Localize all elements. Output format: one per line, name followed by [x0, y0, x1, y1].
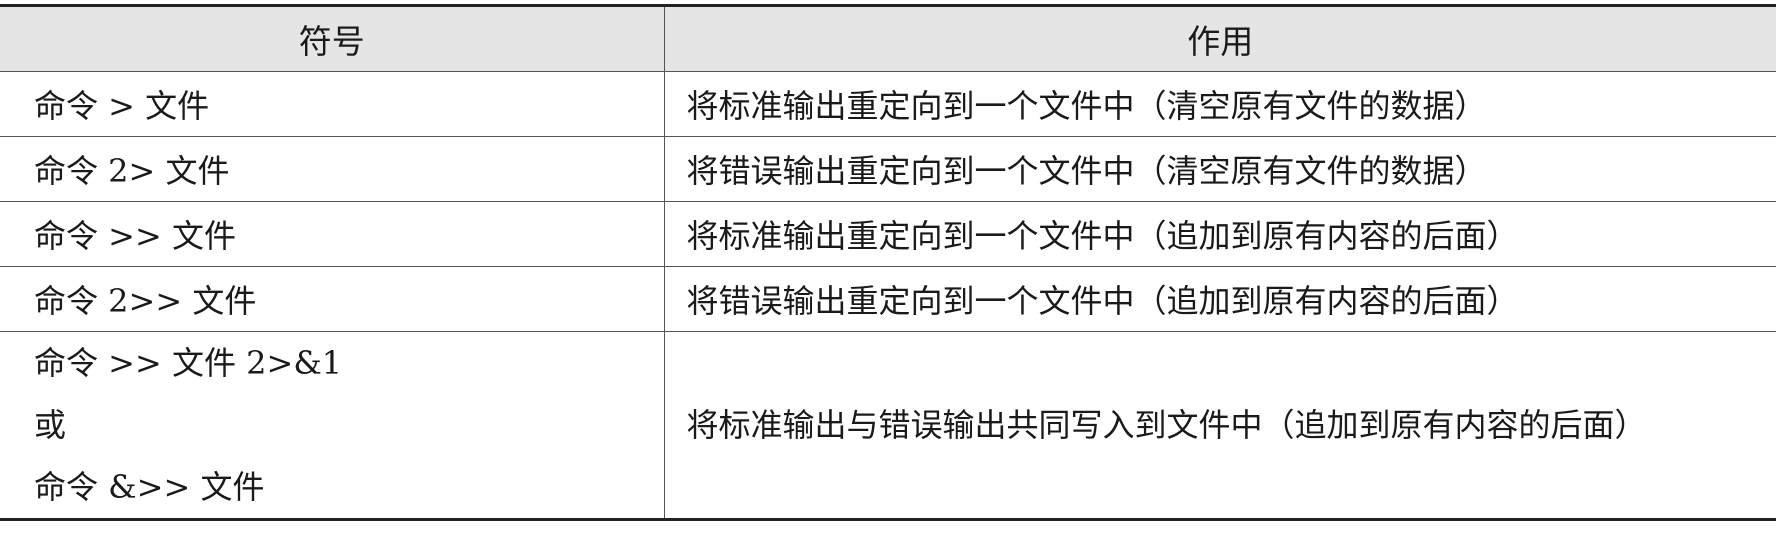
- symbol-line: 命令 >> 文件 2>&1: [34, 344, 343, 382]
- symbol-line: 命令 &>> 文件: [34, 468, 265, 506]
- effect-cell: 将错误输出重定向到一个文件中（追加到原有内容的后面）: [663, 266, 1776, 332]
- effect-cell: 将错误输出重定向到一个文件中（清空原有文件的数据）: [663, 136, 1776, 202]
- table-row: 命令 2>> 文件 将错误输出重定向到一个文件中（追加到原有内容的后面）: [0, 266, 1776, 332]
- symbol-line: 或: [34, 406, 67, 444]
- table-row: 命令 >> 文件 2>&1 或 命令 &>> 文件 将标准输出与错误输出共同写入…: [0, 331, 1776, 521]
- symbol-cell: 命令 >> 文件 2>&1 或 命令 &>> 文件: [0, 331, 664, 521]
- redirection-table: 符号 作用 命令 > 文件 将标准输出重定向到一个文件中（清空原有文件的数据） …: [0, 4, 1776, 521]
- table-row: 命令 >> 文件 将标准输出重定向到一个文件中（追加到原有内容的后面）: [0, 201, 1776, 267]
- effect-cell: 将标准输出重定向到一个文件中（清空原有文件的数据）: [663, 71, 1776, 137]
- symbol-cell: 命令 >> 文件: [0, 201, 664, 267]
- effect-cell: 将标准输出与错误输出共同写入到文件中（追加到原有内容的后面）: [663, 331, 1776, 521]
- effect-cell: 将标准输出重定向到一个文件中（追加到原有内容的后面）: [663, 201, 1776, 267]
- header-row: 符号 作用: [0, 4, 1776, 72]
- table-row: 命令 2> 文件 将错误输出重定向到一个文件中（清空原有文件的数据）: [0, 136, 1776, 202]
- symbol-cell: 命令 2> 文件: [0, 136, 664, 202]
- symbol-cell: 命令 > 文件: [0, 71, 664, 137]
- table-row: 命令 > 文件 将标准输出重定向到一个文件中（清空原有文件的数据）: [0, 71, 1776, 137]
- header-symbol: 符号: [0, 4, 664, 72]
- symbol-cell: 命令 2>> 文件: [0, 266, 664, 332]
- header-effect: 作用: [663, 4, 1776, 72]
- table: 符号 作用 命令 > 文件 将标准输出重定向到一个文件中（清空原有文件的数据） …: [0, 4, 1776, 521]
